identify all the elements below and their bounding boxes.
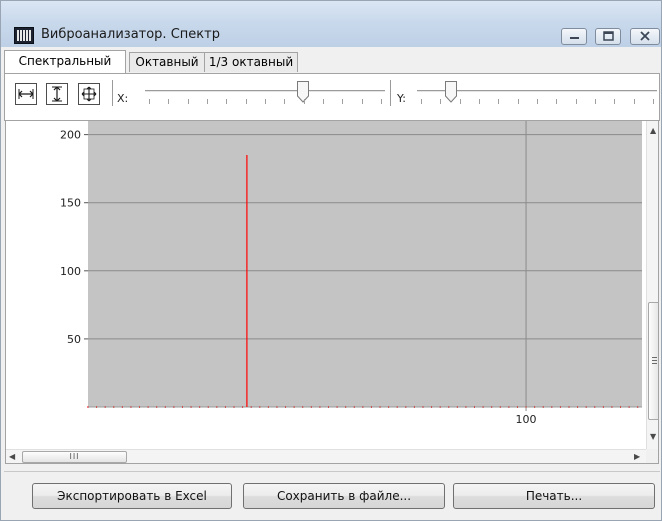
slider-tick — [653, 99, 654, 104]
print-button[interactable]: Печать... — [453, 483, 655, 509]
close-button[interactable] — [630, 28, 660, 45]
slider-tick — [168, 99, 169, 104]
tab-spectral[interactable]: Спектральный — [4, 50, 126, 73]
horizontal-scrollbar[interactable]: ◀ III ▶ — [6, 449, 646, 463]
slider-tick — [595, 99, 596, 104]
slider-tick — [304, 99, 305, 104]
slider-tick — [284, 99, 285, 104]
slider-tick — [149, 99, 150, 104]
x-zoom-slider[interactable] — [145, 80, 385, 114]
maximize-button[interactable] — [595, 28, 621, 45]
y-tick-label: 100 — [60, 265, 81, 278]
zoom-both-icon — [81, 86, 97, 102]
zoom-vertical-button[interactable] — [46, 83, 68, 105]
y-tick-label: 200 — [60, 129, 81, 142]
minimize-icon — [570, 37, 579, 39]
app-spectrum-icon — [14, 27, 34, 44]
close-icon — [640, 31, 650, 41]
slider-tick — [518, 99, 519, 104]
scroll-left-icon[interactable]: ◀ — [9, 453, 15, 461]
slider-tick — [207, 99, 208, 104]
save-to-file-button[interactable]: Сохранить в файле... — [243, 483, 445, 509]
x-slider-track — [145, 90, 385, 93]
slider-tick — [634, 99, 635, 104]
zoom-horizontal-button[interactable] — [15, 83, 37, 105]
tab-octave[interactable]: Октавный — [129, 52, 205, 72]
slider-tick — [576, 99, 577, 104]
export-excel-button[interactable]: Экспортировать в Excel — [32, 483, 232, 509]
scroll-up-icon[interactable]: ▲ — [650, 127, 656, 135]
slider-tick — [246, 99, 247, 104]
x-tick-label: 100 — [516, 413, 537, 426]
spectrum-chart[interactable]: 200 150 100 50 100 ▲ ▼ ◀ III ▶ — [5, 120, 659, 464]
slider-tick — [421, 99, 422, 104]
scroll-down-icon[interactable]: ▼ — [650, 433, 656, 441]
maximize-icon — [603, 31, 614, 41]
zoom-vertical-icon — [52, 86, 62, 102]
grip-icon — [652, 357, 657, 366]
vertical-scrollbar[interactable]: ▲ ▼ — [646, 121, 658, 449]
slider-tick — [381, 99, 382, 104]
slider-tick — [362, 99, 363, 104]
slider-separator — [390, 80, 392, 106]
slider-tick — [226, 99, 227, 104]
zoom-horizontal-icon — [18, 89, 34, 99]
zoom-both-button[interactable] — [78, 83, 100, 105]
slider-tick — [479, 99, 480, 104]
slider-tick — [537, 99, 538, 104]
slider-tick — [440, 99, 441, 104]
toolbar-separator — [112, 80, 114, 106]
spectrum-window: Виброанализатор. Спектр Спектральный Окт… — [0, 0, 662, 521]
scroll-right-icon[interactable]: ▶ — [634, 453, 640, 461]
slider-tick — [614, 99, 615, 104]
minimize-button[interactable] — [561, 28, 587, 45]
y-tick-label: 150 — [60, 197, 81, 210]
y-slider-label: Y: — [397, 92, 406, 105]
chart-toolbar: X: Y: — [4, 73, 660, 121]
y-slider-thumb[interactable] — [444, 80, 458, 104]
y-tick-label: 50 — [67, 333, 81, 346]
x-slider-thumb[interactable] — [296, 80, 310, 104]
plot-background — [88, 121, 642, 407]
chart-canvas: 200 150 100 50 100 — [60, 121, 642, 426]
slider-tick — [188, 99, 189, 104]
window-title: Виброанализатор. Спектр — [41, 27, 220, 42]
slider-tick — [265, 99, 266, 104]
button-bar: Экспортировать в Excel Сохранить в файле… — [4, 471, 660, 519]
vertical-scroll-thumb[interactable] — [648, 302, 658, 420]
x-slider-label: X: — [117, 92, 129, 105]
tab-third-octave[interactable]: 1/3 октавный — [204, 52, 298, 72]
title-bar[interactable]: Виброанализатор. Спектр — [1, 1, 661, 47]
slider-tick — [556, 99, 557, 104]
y-zoom-slider[interactable] — [417, 80, 657, 114]
slider-tick — [498, 99, 499, 104]
slider-tick — [342, 99, 343, 104]
horizontal-scroll-thumb[interactable]: III — [22, 451, 127, 463]
slider-tick — [460, 99, 461, 104]
slider-tick — [323, 99, 324, 104]
scroll-corner — [646, 449, 658, 463]
